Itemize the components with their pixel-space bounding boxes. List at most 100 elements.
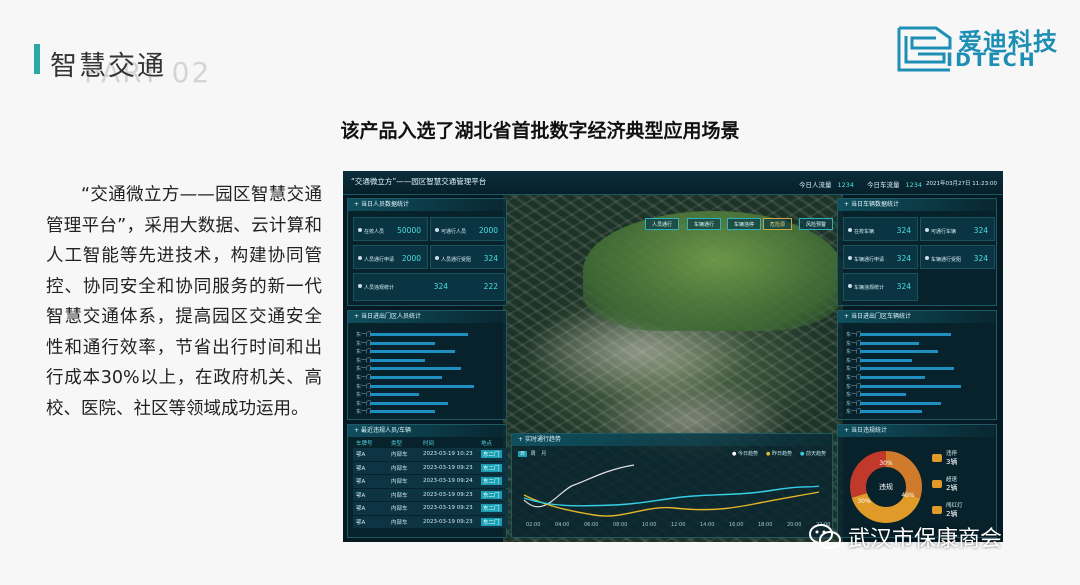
gate-row: 东一门	[356, 383, 506, 390]
gate-name: 东一门	[846, 340, 862, 347]
gate-badge: 东二门	[481, 477, 502, 486]
trend-x-label: 02:00	[526, 522, 540, 528]
traffic-dashboard: “交通微立方”——园区智慧交通管理平台 今日人流量 1234 今日车流量 1234 …	[343, 171, 1003, 542]
violation-row[interactable]: 鄂A 内部车 2023-03-19 09:23 东二门	[353, 502, 508, 515]
trend-x-label: 12:00	[671, 522, 685, 528]
violation-time: 2023-03-19 09:23	[423, 464, 473, 471]
gate-name: 东一门	[846, 357, 862, 364]
people-card-1[interactable]: 可通行人员 2000	[430, 217, 505, 241]
people-card-3[interactable]: 人员通行受阻 324	[430, 245, 505, 269]
donut-label-1: 40%	[901, 492, 915, 499]
gate-name: 东一门	[846, 366, 862, 373]
people-card-4[interactable]: 人员违规统计 324 222	[353, 273, 505, 301]
gate-row: 东一门	[846, 391, 996, 398]
people-card-0[interactable]: 在校人员 50000	[353, 217, 428, 241]
company-logo: 爱迪科技 IDTECH	[896, 22, 1066, 74]
people-gate-title-text: 当日进出门区人员统计	[360, 313, 421, 320]
legend-day-before-label: 前天趋势	[805, 451, 826, 457]
violation-plate: 鄂A	[356, 465, 366, 472]
vehicle-card-3[interactable]: 车辆通行受阻 324	[920, 245, 995, 269]
map-filter-risk[interactable]: 风险预警	[799, 218, 834, 230]
trend-tab-day[interactable]: 日	[518, 451, 528, 457]
legend-today: ● 今日趋势	[732, 451, 759, 457]
violation-gate: 东二门	[481, 490, 508, 499]
person-icon	[358, 228, 362, 232]
slide-body-text: “交通微立方——园区智慧交通管理平台”，采用大数据、云计算和人工智能等先进技术，…	[46, 185, 322, 419]
violation-stat-item: 超速 2辆	[932, 475, 992, 493]
stat-vehicle-value: 1234	[905, 181, 923, 189]
gate-name: 东一门	[356, 349, 372, 356]
violation-stat-label: 超速	[946, 477, 958, 483]
gate-row: 东一门	[846, 331, 996, 338]
gate-name: 东一门	[356, 332, 372, 338]
violation-gate: 东二门	[481, 517, 508, 526]
violation-stats-title: + 当日违规统计	[838, 425, 996, 437]
gate-bar	[370, 367, 461, 371]
violation-type: 内部车	[391, 492, 408, 499]
map-filter-hazard[interactable]: 危险源	[763, 218, 793, 230]
violation-table: 车牌号 类型 时间 地点 鄂A 内部车 2023-03-19 10:23 东二门 鄂A 内…	[353, 437, 508, 529]
stat-people-label: 今日人流量	[799, 181, 832, 189]
gate-badge: 东二门	[481, 463, 502, 472]
trend-panel: + 实时通行趋势 日 周 月 ● 今日趋势 ● 昨日趋势 ● 前天趋势 02:0…	[511, 433, 833, 538]
violation-row[interactable]: 鄂A 内部车 2023-03-19 10:23 东二门	[353, 448, 508, 461]
violation-row[interactable]: 鄂A 内部车 2023-03-19 09:23 东二门	[353, 515, 508, 528]
violation-panel: + 最近违规人员/车辆 车牌号 类型 时间 地点 鄂A 内部车 2023-03-19…	[347, 424, 508, 538]
section-title: 智慧交通	[50, 51, 166, 82]
gate-row: 东一门	[356, 340, 506, 347]
vehicle-card-label: 车辆违规统计	[854, 285, 885, 291]
violation-title-text: 最近违规人员/车辆	[360, 427, 411, 434]
vehicle-card-1[interactable]: 可通行车辆 324	[920, 217, 995, 241]
gate-row: 东一门	[356, 374, 506, 381]
gate-row: 东一门	[846, 365, 996, 372]
violation-table-header: 车牌号 类型 时间 地点	[353, 437, 508, 448]
gate-name: 东一门	[846, 392, 862, 399]
gate-name: 东一门	[846, 332, 862, 338]
slide-headline: 该产品入选了湖北省首批数字经济典型应用场景	[340, 120, 740, 142]
trend-tab-week[interactable]: 周	[529, 451, 538, 457]
violation-row[interactable]: 鄂A 内部车 2023-03-19 09:23 东二门	[353, 488, 508, 501]
gate-row: 东一门	[356, 357, 506, 364]
people-card-2[interactable]: 人员通行申请 2000	[353, 245, 428, 269]
vehicle-card-value: 324	[973, 226, 988, 235]
gate-row: 东一门	[846, 400, 996, 407]
gate-bar	[860, 333, 951, 336]
violation-gate: 东二门	[481, 477, 508, 486]
trend-x-label: 06:00	[584, 522, 598, 528]
vehicle-card-4[interactable]: 车辆违规统计 324	[843, 273, 918, 301]
vehicle-card-2[interactable]: 车辆通行申请 324	[843, 245, 918, 269]
gate-bar	[370, 350, 455, 354]
trend-line-yesterday	[523, 491, 820, 517]
vehicle-card-label: 车辆通行申请	[854, 257, 885, 263]
gate-row: 东一门	[356, 400, 506, 407]
violation-plate: 鄂A	[356, 492, 366, 499]
gate-bar	[370, 358, 425, 362]
map-filter-vehicles[interactable]: 车辆通行	[687, 218, 722, 230]
violation-gate: 东二门	[481, 504, 508, 513]
gate-bar	[370, 401, 448, 405]
vehicle-gate-title-text: 当日进出门区车辆统计	[850, 313, 911, 320]
vehicle-card-0[interactable]: 在校车辆 324	[843, 217, 918, 241]
stat-vehicle-flow: 今日车流量 1234	[867, 179, 922, 189]
violation-rows: 鄂A 内部车 2023-03-19 10:23 东二门 鄂A 内部车 2023-03-19 …	[353, 448, 508, 528]
violation-title: + 最近违规人员/车辆	[348, 425, 506, 437]
car-icon	[848, 284, 852, 288]
violation-type: 内部车	[391, 506, 408, 513]
violation-row[interactable]: 鄂A 内部车 2023-03-19 09:23 东二门	[353, 461, 508, 474]
gate-bar	[860, 350, 938, 354]
vehicle-card-value: 324	[896, 282, 911, 291]
gate-bar	[860, 376, 925, 379]
trend-tab-month[interactable]: 月	[539, 451, 548, 457]
map-filter-parking[interactable]: 车辆违停	[727, 218, 762, 230]
vehicle-stats-panel: + 当日车辆数据统计 在校车辆 324 可通行车辆 324 车辆通行申请 324…	[837, 198, 997, 306]
trend-x-axis-labels: 02:00 04:00 06:00 08:00 10:00 12:00 14:00 16:00…	[526, 522, 830, 528]
map-filter-people[interactable]: 人员通行	[645, 218, 680, 230]
people-card-value: 324	[483, 254, 498, 263]
car-icon	[848, 228, 852, 232]
violation-time: 2023-03-19 10:23	[423, 451, 473, 458]
violation-row[interactable]: 鄂A 内部车 2023-03-19 09:24 东二门	[353, 475, 508, 488]
stat-people-value: 1234	[837, 181, 855, 189]
car-icon	[925, 228, 929, 232]
people-card-value: 50000	[397, 226, 421, 235]
gate-bar	[370, 376, 442, 379]
